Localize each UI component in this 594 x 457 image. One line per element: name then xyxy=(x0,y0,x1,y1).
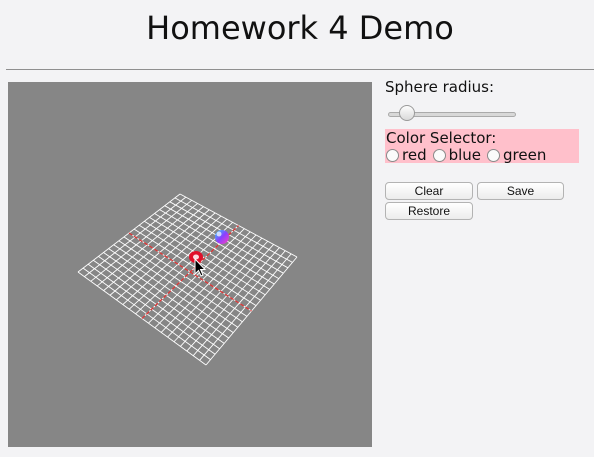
radio-red[interactable]: red xyxy=(386,146,427,164)
sphere-radius-label: Sphere radius: xyxy=(385,78,495,96)
radio-circle-icon[interactable] xyxy=(432,149,446,162)
save-button[interactable]: Save xyxy=(477,182,564,200)
color-radio-group: red blue green xyxy=(386,145,578,164)
webgl-canvas[interactable] xyxy=(8,82,372,447)
slider-thumb[interactable] xyxy=(399,105,416,121)
radio-blue[interactable]: blue xyxy=(432,145,482,164)
color-selector: Color Selector: red blue green xyxy=(385,129,579,164)
radio-blue-label: blue xyxy=(448,145,482,164)
page-title: Homework 4 Demo xyxy=(146,9,454,47)
sphere-radius-slider[interactable] xyxy=(385,104,517,122)
clear-button[interactable]: Clear xyxy=(385,182,473,200)
restore-button[interactable]: Restore xyxy=(385,202,473,220)
grid-line xyxy=(199,253,292,361)
radio-green-label: green xyxy=(503,145,547,164)
radio-green[interactable]: green xyxy=(487,146,546,164)
controls-panel: Sphere radius: Color Selector: red blue … xyxy=(385,78,585,220)
page: Homework 4 Demo Sphere radius: Color Sel… xyxy=(0,0,594,457)
grid-plane xyxy=(77,193,298,366)
radio-circle-icon[interactable] xyxy=(487,149,501,162)
divider xyxy=(6,69,594,70)
scene-svg xyxy=(77,193,298,366)
radio-red-label: red xyxy=(402,145,427,164)
sphere-rainbow xyxy=(215,230,229,244)
radio-circle-icon[interactable] xyxy=(386,149,399,162)
grid-line xyxy=(192,250,286,356)
color-selector-label: Color Selector: xyxy=(386,129,497,147)
